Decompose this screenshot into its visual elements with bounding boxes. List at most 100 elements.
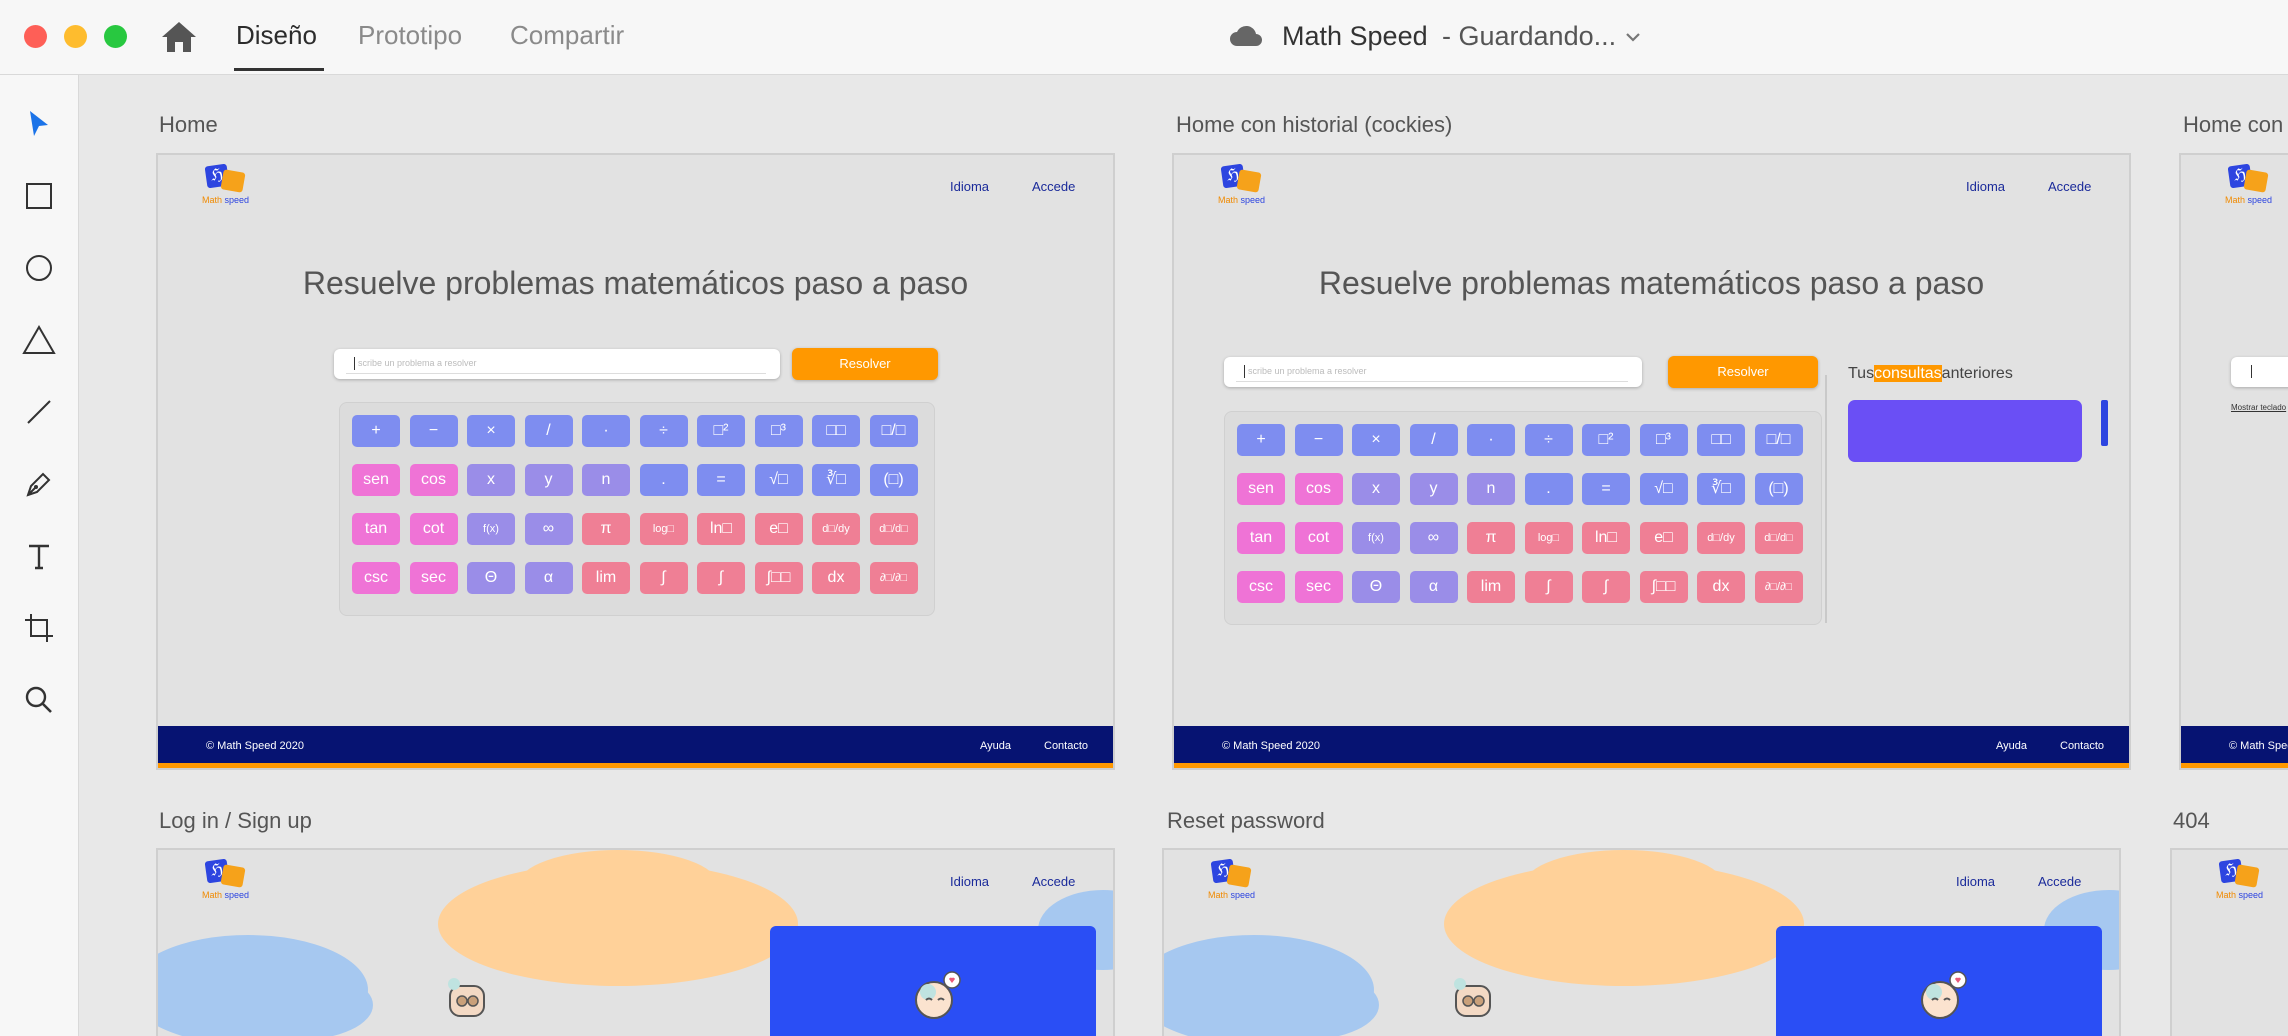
design-canvas[interactable]: Home ℌ Math speed Idioma Accede Resuelve… bbox=[79, 75, 2288, 1036]
nav-login-link[interactable]: Accede bbox=[1032, 179, 1075, 194]
keyboard-key[interactable]: sec bbox=[1294, 571, 1343, 603]
keyboard-key[interactable]: tan bbox=[352, 513, 400, 545]
tab-prototype[interactable]: Prototipo bbox=[358, 20, 462, 51]
keyboard-key[interactable]: α bbox=[524, 562, 573, 594]
keyboard-key[interactable]: / bbox=[524, 415, 573, 447]
artboard-label-404[interactable]: 404 bbox=[2173, 808, 2210, 834]
keyboard-key[interactable]: + bbox=[352, 415, 400, 447]
artboard-home-history[interactable]: ℌ Math speed Idioma Accede Resuelve prob… bbox=[1172, 153, 2131, 770]
artboard-label-reset[interactable]: Reset password bbox=[1167, 808, 1325, 834]
keyboard-key[interactable]: cos bbox=[409, 464, 458, 496]
keyboard-key[interactable]: √□ bbox=[1639, 473, 1688, 505]
keyboard-key[interactable]: ∞ bbox=[524, 513, 573, 545]
nav-login-link[interactable]: Accede bbox=[1032, 874, 1075, 889]
footer-help-link[interactable]: Ayuda bbox=[980, 740, 1011, 752]
keyboard-key[interactable]: n bbox=[582, 464, 630, 496]
keyboard-key[interactable]: csc bbox=[352, 562, 400, 594]
keyboard-key[interactable]: d□/d□ bbox=[1754, 522, 1803, 554]
keyboard-key[interactable]: ∫ bbox=[1582, 571, 1630, 603]
keyboard-key[interactable]: e□ bbox=[754, 513, 803, 545]
keyboard-key[interactable]: □³ bbox=[1639, 424, 1688, 456]
keyboard-key[interactable]: . bbox=[639, 464, 688, 496]
document-title[interactable]: Math Speed bbox=[1282, 21, 1428, 52]
keyboard-key[interactable]: □□ bbox=[812, 415, 860, 447]
minimize-window-button[interactable] bbox=[64, 25, 87, 48]
artboard-label-home-history[interactable]: Home con historial (cockies) bbox=[1176, 112, 1452, 138]
keyboard-key[interactable]: ∫□□ bbox=[754, 562, 803, 594]
keyboard-key[interactable]: x bbox=[1352, 473, 1400, 505]
nav-login-link[interactable]: Accede bbox=[2038, 874, 2081, 889]
keyboard-key[interactable]: ∞ bbox=[1409, 522, 1458, 554]
keyboard-key[interactable]: π bbox=[1467, 522, 1515, 554]
artboard-label-login[interactable]: Log in / Sign up bbox=[159, 808, 312, 834]
artboard-home-partial[interactable]: ℌ Math speed Mostrar teclado © Math Spee… bbox=[2179, 153, 2288, 770]
keyboard-key[interactable]: ÷ bbox=[639, 415, 688, 447]
keyboard-key[interactable]: y bbox=[1409, 473, 1458, 505]
tab-design[interactable]: Diseño bbox=[236, 20, 317, 51]
nav-language-link[interactable]: Idioma bbox=[1966, 179, 2005, 194]
keyboard-key[interactable]: − bbox=[1294, 424, 1343, 456]
text-icon[interactable] bbox=[20, 537, 58, 575]
keyboard-key[interactable]: sen bbox=[352, 464, 400, 496]
line-icon[interactable] bbox=[20, 393, 58, 431]
keyboard-key[interactable]: ∂□/∂□ bbox=[1754, 571, 1803, 603]
keyboard-key[interactable]: x bbox=[467, 464, 515, 496]
keyboard-key[interactable]: α bbox=[1409, 571, 1458, 603]
keyboard-key[interactable]: ∫ bbox=[1524, 571, 1573, 603]
keyboard-key[interactable]: Θ bbox=[467, 562, 515, 594]
footer-contact-link[interactable]: Contacto bbox=[1044, 740, 1088, 752]
problem-search-input[interactable] bbox=[2231, 357, 2288, 387]
keyboard-key[interactable]: dx bbox=[1697, 571, 1745, 603]
keyboard-key[interactable]: / bbox=[1409, 424, 1458, 456]
maximize-window-button[interactable] bbox=[104, 25, 127, 48]
problem-search-input[interactable]: scribe un problema a resolver bbox=[334, 349, 780, 379]
keyboard-key[interactable]: ln□ bbox=[697, 513, 745, 545]
history-scrollbar[interactable] bbox=[2101, 400, 2108, 446]
nav-language-link[interactable]: Idioma bbox=[950, 179, 989, 194]
keyboard-key[interactable]: tan bbox=[1237, 522, 1285, 554]
keyboard-key[interactable]: = bbox=[1582, 473, 1630, 505]
keyboard-key[interactable]: = bbox=[697, 464, 745, 496]
keyboard-key[interactable]: □/□ bbox=[869, 415, 918, 447]
close-window-button[interactable] bbox=[24, 25, 47, 48]
keyboard-key[interactable]: . bbox=[1524, 473, 1573, 505]
keyboard-key[interactable]: (□) bbox=[869, 464, 918, 496]
keyboard-key[interactable]: × bbox=[467, 415, 515, 447]
show-keyboard-link[interactable]: Mostrar teclado bbox=[2231, 403, 2286, 412]
keyboard-key[interactable]: d□/d□ bbox=[869, 513, 918, 545]
keyboard-key[interactable]: □□ bbox=[1697, 424, 1745, 456]
keyboard-key[interactable]: Θ bbox=[1352, 571, 1400, 603]
ellipse-icon[interactable] bbox=[20, 249, 58, 287]
keyboard-key[interactable]: □² bbox=[697, 415, 745, 447]
keyboard-key[interactable]: cot bbox=[1294, 522, 1343, 554]
artboard-reset-password[interactable]: ℌ Math speed Idioma Accede bbox=[1162, 848, 2121, 1036]
keyboard-key[interactable]: sec bbox=[409, 562, 458, 594]
keyboard-key[interactable]: d□/dy bbox=[1697, 522, 1745, 554]
nav-language-link[interactable]: Idioma bbox=[1956, 874, 1995, 889]
keyboard-key[interactable]: ∛□ bbox=[1697, 473, 1745, 505]
artboard-404[interactable]: ℌ Math speed bbox=[2170, 848, 2288, 1036]
keyboard-key[interactable]: ∫ bbox=[697, 562, 745, 594]
keyboard-key[interactable]: sen bbox=[1237, 473, 1285, 505]
zoom-icon[interactable] bbox=[20, 681, 58, 719]
keyboard-key[interactable]: □³ bbox=[754, 415, 803, 447]
artboard-login[interactable]: ℌ Math speed Idioma Accede bbox=[156, 848, 1115, 1036]
keyboard-key[interactable]: □/□ bbox=[1754, 424, 1803, 456]
keyboard-key[interactable]: log□ bbox=[639, 513, 688, 545]
tab-share[interactable]: Compartir bbox=[510, 20, 624, 51]
keyboard-key[interactable]: ∫ bbox=[639, 562, 688, 594]
keyboard-key[interactable]: (□) bbox=[1754, 473, 1803, 505]
footer-help-link[interactable]: Ayuda bbox=[1996, 740, 2027, 752]
artboard-label-home-partial[interactable]: Home con bbox=[2183, 112, 2283, 138]
keyboard-key[interactable]: csc bbox=[1237, 571, 1285, 603]
keyboard-key[interactable]: ∛□ bbox=[812, 464, 860, 496]
keyboard-key[interactable]: ∂□/∂□ bbox=[869, 562, 918, 594]
keyboard-key[interactable]: dx bbox=[812, 562, 860, 594]
pen-icon[interactable] bbox=[20, 465, 58, 503]
keyboard-key[interactable]: d□/dy bbox=[812, 513, 860, 545]
nav-language-link[interactable]: Idioma bbox=[950, 874, 989, 889]
footer-contact-link[interactable]: Contacto bbox=[2060, 740, 2104, 752]
keyboard-key[interactable]: ∫□□ bbox=[1639, 571, 1688, 603]
keyboard-key[interactable]: ln□ bbox=[1582, 522, 1630, 554]
keyboard-key[interactable]: cot bbox=[409, 513, 458, 545]
